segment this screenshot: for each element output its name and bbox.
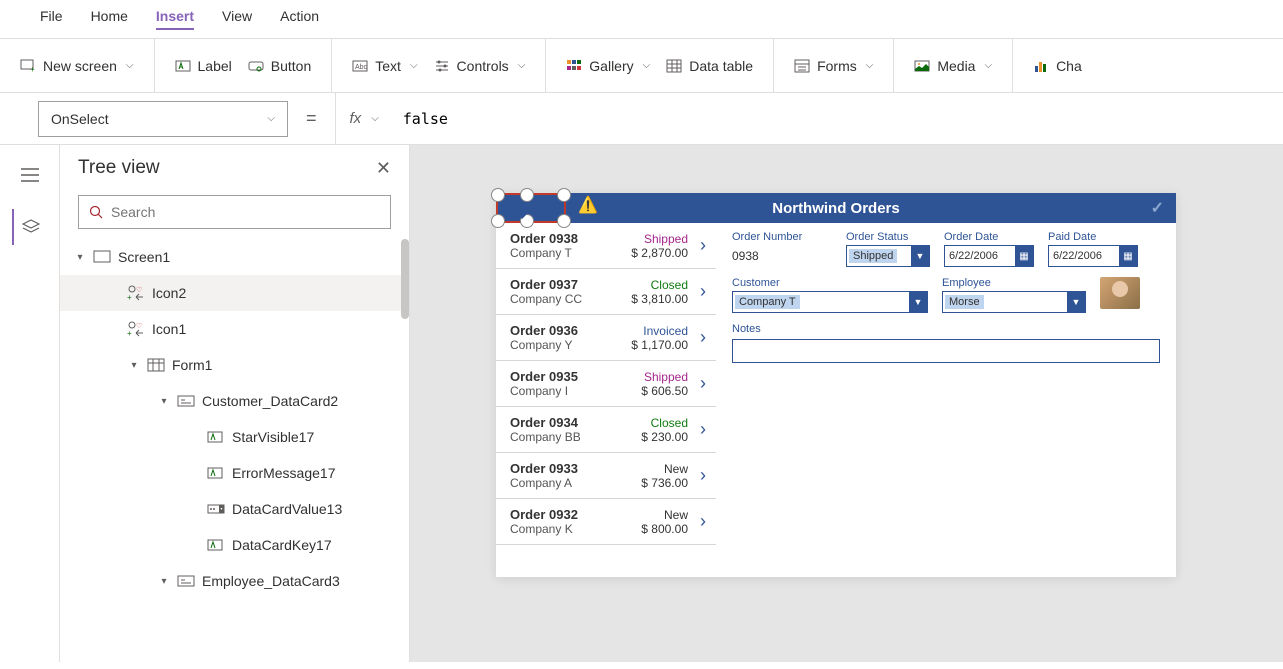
menu-action[interactable]: Action: [280, 8, 319, 30]
menu-view[interactable]: View: [222, 8, 252, 30]
check-icon[interactable]: ✓: [1151, 198, 1164, 218]
search-input[interactable]: [111, 204, 380, 220]
tree-node-customer_datacard2[interactable]: ▾Customer_DataCard2: [60, 383, 409, 419]
gallery-item[interactable]: Order 0936Company YInvoiced$ 1,170.00›: [496, 315, 716, 361]
screen-plus-icon: +: [20, 58, 36, 74]
tree-node-errormessage17[interactable]: ErrorMessage17: [60, 455, 409, 491]
fx-chevron-icon[interactable]: ⌵: [371, 113, 379, 124]
warning-icon: ⚠️: [578, 195, 598, 215]
tree-node-employee_datacard3[interactable]: ▾Employee_DataCard3: [60, 563, 409, 599]
hamburger-icon: [21, 168, 39, 182]
menu-file[interactable]: File: [40, 8, 63, 30]
svg-text:+: +: [127, 329, 132, 337]
button-icon: [248, 58, 264, 74]
order-number-value: 0938: [732, 245, 832, 267]
notes-label: Notes: [732, 323, 1160, 335]
forms-button[interactable]: Forms⌵: [794, 58, 873, 74]
controls-button[interactable]: Controls⌵: [434, 58, 526, 74]
order-status-dropdown[interactable]: Shipped▼: [846, 245, 930, 267]
search-box[interactable]: [78, 195, 391, 229]
paid-date-picker[interactable]: 6/22/2006▦: [1048, 245, 1138, 267]
gallery-icon: [566, 58, 582, 74]
fx-label: fx: [350, 110, 362, 127]
tree-node-starvisible17[interactable]: StarVisible17: [60, 419, 409, 455]
chart-icon: [1033, 58, 1049, 74]
ribbon: + New screen⌵ Label Button Abc Text⌵ Con…: [0, 39, 1283, 93]
detail-form: Order Number 0938 Order Status Shipped▼ …: [716, 223, 1176, 577]
menu-insert[interactable]: Insert: [156, 8, 194, 30]
gallery-button[interactable]: Gallery⌵: [566, 58, 650, 74]
close-icon[interactable]: ✕: [376, 158, 391, 179]
new-screen-button[interactable]: + New screen⌵: [20, 58, 134, 74]
employee-avatar: [1100, 277, 1140, 309]
paid-date-label: Paid Date: [1048, 231, 1138, 243]
tree-title: Tree view: [78, 157, 160, 179]
formula-bar: OnSelect⌵ = fx ⌵: [0, 93, 1283, 145]
chart-button[interactable]: Cha: [1033, 58, 1082, 74]
selection-overlay: [496, 193, 566, 223]
gallery-item[interactable]: Order 0932Company KNew$ 800.00›: [496, 499, 716, 545]
employee-dropdown[interactable]: Morse▼: [942, 291, 1086, 313]
label-button[interactable]: Label: [175, 58, 232, 74]
media-icon: [914, 58, 930, 74]
formula-input[interactable]: [393, 110, 1283, 128]
app-header: Northwind Orders ✓: [496, 193, 1176, 223]
controls-icon: [434, 58, 450, 74]
tree-node-datacardkey17[interactable]: DataCardKey17: [60, 527, 409, 563]
svg-text:+: +: [30, 65, 35, 74]
datatable-button[interactable]: Data table: [666, 58, 753, 74]
gallery-item[interactable]: Order 0937Company CCClosed$ 3,810.00›: [496, 269, 716, 315]
tree-body: ▾Screen1♡+Icon2♡+Icon1▾Form1▾Customer_Da…: [60, 239, 409, 662]
forms-icon: [794, 58, 810, 74]
svg-text:Abc: Abc: [355, 64, 368, 71]
datatable-icon: [666, 58, 682, 74]
customer-label: Customer: [732, 277, 928, 289]
svg-text:♡: ♡: [136, 286, 142, 294]
label-icon: [175, 58, 191, 74]
property-select[interactable]: OnSelect⌵: [38, 101, 288, 137]
menu-home[interactable]: Home: [91, 8, 128, 30]
menubar: File Home Insert View Action: [0, 0, 1283, 39]
app-screen: Northwind Orders ✓ Order 0938Company TSh…: [496, 193, 1176, 577]
tree-node-screen1[interactable]: ▾Screen1: [60, 239, 409, 275]
app-title: Northwind Orders: [772, 200, 900, 217]
employee-label: Employee: [942, 277, 1086, 289]
left-rail: [0, 145, 60, 662]
notes-input[interactable]: [732, 339, 1160, 363]
svg-text:♡: ♡: [136, 322, 142, 330]
gallery-item[interactable]: Order 0935Company IShipped$ 606.50›: [496, 361, 716, 407]
gallery-item[interactable]: Order 0934Company BBClosed$ 230.00›: [496, 407, 716, 453]
gallery-item[interactable]: Order 0938Company TShipped$ 2,870.00›: [496, 223, 716, 269]
order-status-label: Order Status: [846, 231, 930, 243]
hamburger-button[interactable]: [12, 157, 48, 193]
order-number-label: Order Number: [732, 231, 832, 243]
text-icon: Abc: [352, 58, 368, 74]
tree-node-icon1[interactable]: ♡+Icon1: [60, 311, 409, 347]
treeview-rail-button[interactable]: [12, 209, 48, 245]
tree-node-icon2[interactable]: ♡+Icon2: [60, 275, 409, 311]
equals-sign: =: [306, 108, 317, 129]
tree-node-datacardvalue13[interactable]: DataCardValue13: [60, 491, 409, 527]
tree-panel: Tree view ✕ ▾Screen1♡+Icon2♡+Icon1▾Form1…: [60, 145, 410, 662]
button-button[interactable]: Button: [248, 58, 311, 74]
scrollbar[interactable]: [401, 239, 409, 319]
media-button[interactable]: Media⌵: [914, 58, 992, 74]
gallery: Order 0938Company TShipped$ 2,870.00›Ord…: [496, 223, 716, 577]
order-date-label: Order Date: [944, 231, 1034, 243]
text-button[interactable]: Abc Text⌵: [352, 58, 417, 74]
tree-node-form1[interactable]: ▾Form1: [60, 347, 409, 383]
cancel-icon: [518, 199, 540, 221]
order-date-picker[interactable]: 6/22/2006▦: [944, 245, 1034, 267]
customer-dropdown[interactable]: Company T▼: [732, 291, 928, 313]
gallery-item[interactable]: Order 0933Company ANew$ 736.00›: [496, 453, 716, 499]
svg-text:+: +: [127, 293, 132, 301]
layers-icon: [22, 219, 40, 235]
canvas: Northwind Orders ✓ Order 0938Company TSh…: [410, 145, 1283, 662]
search-icon: [89, 205, 103, 219]
